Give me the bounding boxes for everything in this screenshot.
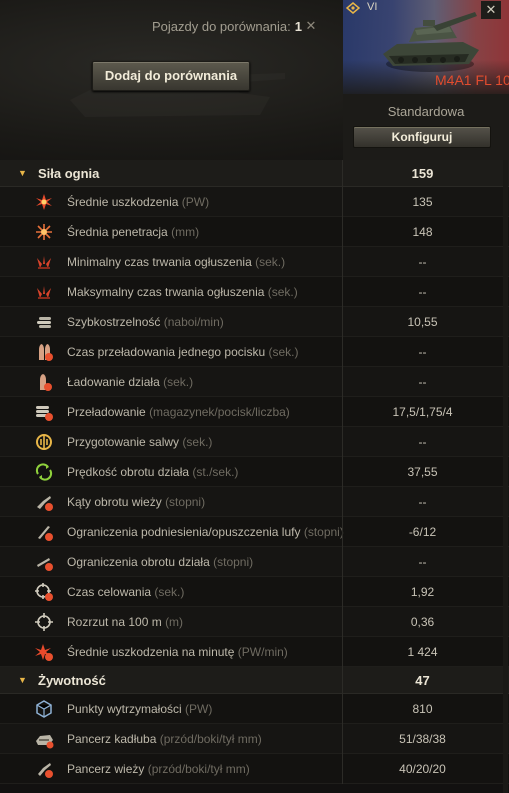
- stat-value: 810: [412, 702, 433, 716]
- gun-loading-icon: [40, 374, 52, 391]
- stat-value: --: [418, 255, 427, 269]
- compare-count-value: 1: [294, 19, 302, 34]
- stat-row: Czas przeładowania jednego pocisku (sek.…: [0, 337, 509, 367]
- stat-row: Kąty obrotu wieży (stopni) --: [0, 487, 509, 517]
- damage-icon: [36, 194, 52, 210]
- stat-label: Rozrzut na 100 m (m): [67, 615, 184, 629]
- medium-tank-class-icon: [346, 2, 360, 14]
- section-header-firepower[interactable]: ▼ Siła ognia 159: [0, 160, 509, 187]
- stat-row: Przygotowanie salwy (sek.) --: [0, 427, 509, 457]
- stat-row: Rozrzut na 100 m (m) 0,36: [0, 607, 509, 637]
- configure-button[interactable]: Konfiguruj: [353, 126, 491, 148]
- compare-count-text: Pojazdy do porównania: 1: [152, 19, 302, 34]
- clear-comparison-icon[interactable]: ✕: [302, 17, 320, 35]
- stat-value: 37,55: [407, 465, 438, 479]
- stat-label: Średnie uszkodzenia (PW): [67, 195, 210, 209]
- hit-points-icon: [36, 700, 52, 718]
- stat-value: 17,5/1,75/4: [392, 405, 453, 419]
- stat-row: Pancerz wieży (przód/boki/tył mm) 40/20/…: [0, 754, 509, 784]
- section-title: Żywotność: [38, 673, 106, 688]
- stat-label: Średnia penetracja (mm): [67, 225, 200, 239]
- gun-traverse-speed-icon: [35, 463, 53, 481]
- elevation-icon: [38, 526, 53, 541]
- add-to-comparison-button[interactable]: Dodaj do porównania: [92, 61, 250, 91]
- section-value: 47: [415, 673, 430, 688]
- stat-label: Pancerz wieży (przód/boki/tył mm): [67, 762, 250, 776]
- stat-value: --: [418, 555, 427, 569]
- stat-label: Przeładowanie (magazynek/pocisk/liczba): [67, 405, 290, 419]
- stat-row: Średnie uszkodzenia na minutę (PW/min) 1…: [0, 637, 509, 667]
- stat-row: Czas celowania (sek.) 1,92: [0, 577, 509, 607]
- stat-label: Czas przeładowania jednego pocisku (sek.…: [67, 345, 299, 359]
- aiming-time-icon: [35, 583, 53, 601]
- stat-row: Pancerz kadłuba (przód/boki/tył mm) 51/3…: [0, 724, 509, 754]
- stat-value: 40/20/20: [399, 762, 446, 776]
- stat-label: Szybkostrzelność (naboi/min): [67, 315, 224, 329]
- stat-value: -6/12: [408, 525, 437, 539]
- stat-row: Szybkostrzelność (naboi/min) 10,55: [0, 307, 509, 337]
- collapse-caret-icon: ▼: [18, 168, 27, 178]
- stat-value: 135: [412, 195, 433, 209]
- stat-value: --: [418, 285, 427, 299]
- section-header-survivability[interactable]: ▼ Żywotność 47: [0, 667, 509, 694]
- hull-armor-icon: [36, 735, 54, 749]
- vehicle-card: VI ✕ M4A1 FL 10 Standardowa Konfiguruj: [343, 0, 509, 160]
- stun-max-icon: [37, 286, 51, 299]
- stat-value: --: [418, 345, 427, 359]
- stat-label: Maksymalny czas trwania ogłuszenia (sek.…: [67, 285, 298, 299]
- stat-row: Średnie uszkodzenia (PW) 135: [0, 187, 509, 217]
- damage-per-minute-icon: [35, 644, 53, 661]
- stat-label: Ograniczenia podniesienia/opuszczenia lu…: [67, 525, 344, 539]
- stun-min-icon: [37, 256, 51, 269]
- stat-value: --: [418, 375, 427, 389]
- stat-value: --: [418, 435, 427, 449]
- tank-icon: [383, 12, 479, 72]
- stat-label: Punkty wytrzymałości (PW): [67, 702, 213, 716]
- stat-label: Czas celowania (sek.): [67, 585, 185, 599]
- stat-value: 0,36: [410, 615, 435, 629]
- stat-label: Przygotowanie salwy (sek.): [67, 435, 213, 449]
- turret-armor-icon: [38, 763, 53, 778]
- dispersion-icon: [35, 613, 53, 631]
- stat-row: Prędkość obrotu działa (st./sek.) 37,55: [0, 457, 509, 487]
- stat-label: Prędkość obrotu działa (st./sek.): [67, 465, 239, 479]
- magazine-reload-icon: [36, 406, 53, 421]
- stat-row: Średnia penetracja (mm) 148: [0, 217, 509, 247]
- stat-value: 1,92: [410, 585, 435, 599]
- salvo-icon: [36, 434, 52, 450]
- stat-value: 10,55: [407, 315, 438, 329]
- stat-label: Ładowanie działa (sek.): [67, 375, 194, 389]
- stat-row: Ograniczenia obrotu działa (stopni) --: [0, 547, 509, 577]
- stat-label: Ograniczenia obrotu działa (stopni): [67, 555, 254, 569]
- comparison-header: Pojazdy do porównania: 1 ✕ Dodaj do porów…: [0, 0, 509, 160]
- shell-reload-icon: [39, 344, 53, 361]
- stat-row: Maksymalny czas trwania ogłuszenia (sek.…: [0, 277, 509, 307]
- stat-value: 51/38/38: [399, 732, 446, 746]
- collapse-caret-icon: ▼: [18, 675, 27, 685]
- stat-row: Ładowanie działa (sek.) --: [0, 367, 509, 397]
- header-controls: Pojazdy do porównania: 1 ✕ Dodaj do porów…: [0, 0, 343, 160]
- stat-row: Minimalny czas trwania ogłuszenia (sek.)…: [0, 247, 509, 277]
- vehicle-name: M4A1 FL 10: [435, 72, 509, 88]
- compare-count-label: Pojazdy do porównania:: [152, 19, 291, 34]
- stats-table: ▼ Siła ognia 159 Średnie uszkodzenia (PW…: [0, 160, 509, 784]
- configuration-name: Standardowa: [387, 104, 465, 119]
- scrollbar[interactable]: [503, 160, 508, 793]
- turret-angles-icon: [37, 496, 53, 511]
- stat-label: Pancerz kadłuba (przód/boki/tył mm): [67, 732, 262, 746]
- stat-value: 148: [412, 225, 433, 239]
- section-value: 159: [411, 166, 434, 181]
- stat-row: Ograniczenia podniesienia/opuszczenia lu…: [0, 517, 509, 547]
- section-title: Siła ognia: [38, 166, 100, 181]
- stat-value: --: [418, 495, 427, 509]
- stat-row: Przeładowanie (magazynek/pocisk/liczba) …: [0, 397, 509, 427]
- stat-label: Kąty obrotu wieży (stopni): [67, 495, 206, 509]
- penetration-icon: [36, 224, 52, 240]
- stat-value: 1 424: [407, 645, 438, 659]
- gun-traverse-limits-icon: [37, 558, 53, 571]
- rate-of-fire-icon: [37, 317, 51, 328]
- stat-label: Średnie uszkodzenia na minutę (PW/min): [67, 645, 288, 659]
- stat-row: Punkty wytrzymałości (PW) 810: [0, 694, 509, 724]
- stat-label: Minimalny czas trwania ogłuszenia (sek.): [67, 255, 286, 269]
